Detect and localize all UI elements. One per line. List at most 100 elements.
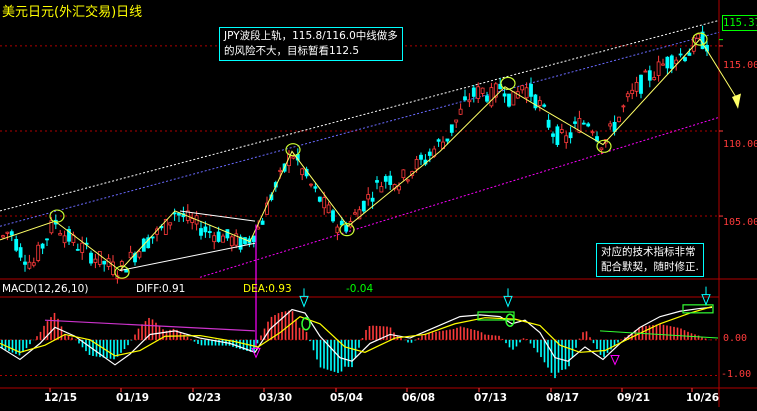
wave-line	[0, 38, 739, 272]
candle-body	[62, 235, 67, 244]
candle-body	[251, 235, 256, 243]
candle-body	[599, 147, 604, 151]
candle-body	[168, 222, 173, 226]
channel-mid-line	[0, 31, 720, 227]
candle-body	[669, 55, 674, 69]
candle-body	[379, 186, 384, 193]
signal-arrow-down	[299, 295, 309, 308]
candle-body	[137, 251, 142, 258]
candle-body	[119, 261, 124, 266]
candle-body	[97, 251, 102, 265]
x-tick-label: 06/08	[402, 392, 436, 404]
candle-body	[564, 135, 569, 143]
macd-divergence-line	[44, 319, 256, 332]
y-tick-label: 110.00	[723, 139, 757, 150]
annotation-line: 配合默契，随时修正.	[601, 261, 699, 273]
candle-body	[590, 131, 595, 134]
candle-body	[89, 252, 93, 264]
candle-body	[313, 186, 318, 189]
candle-body	[225, 229, 230, 239]
x-tick-label: 08/17	[546, 392, 580, 404]
candle-body	[93, 258, 98, 263]
candle-body	[625, 93, 630, 98]
candle-body	[471, 87, 476, 97]
candle-body	[480, 87, 485, 94]
candle-body	[476, 86, 481, 99]
candle-body	[520, 85, 525, 91]
wave-arrow-head	[732, 93, 741, 109]
candle-body	[630, 89, 635, 94]
chart-canvas	[0, 0, 757, 407]
candle-body	[9, 231, 14, 236]
candle-body	[353, 212, 357, 215]
candle-body	[502, 93, 507, 97]
candle-body	[696, 33, 701, 39]
candle-body	[23, 261, 27, 265]
candle-body	[326, 204, 331, 214]
candle-body	[256, 226, 261, 230]
candle-body	[445, 138, 450, 142]
candle-body	[238, 236, 243, 250]
candle-body	[335, 226, 340, 234]
candle-body	[634, 81, 639, 92]
annotation-box-bottom: 对应的技术指标非常 配合默契，随时修正.	[596, 243, 704, 277]
candle-body	[102, 260, 107, 265]
x-tick-label: 07/13	[474, 392, 508, 404]
macd-pivot-circle	[301, 317, 311, 331]
candle-body	[559, 129, 564, 133]
candle-body	[278, 169, 283, 172]
candle-body	[331, 210, 335, 222]
x-tick-label: 12/15	[44, 392, 78, 404]
x-tick-label: 09/21	[617, 392, 651, 404]
candle-body	[36, 244, 41, 261]
candle-body	[370, 197, 375, 202]
candle-body	[458, 108, 463, 115]
candle-body	[27, 261, 32, 269]
candle-body	[375, 180, 379, 183]
candle-body	[5, 231, 10, 234]
candle-body	[14, 238, 19, 251]
candle-body	[212, 235, 217, 243]
pivot-circle	[500, 76, 516, 90]
macd-diff-label: DIFF:0.91	[136, 283, 186, 295]
candle-body	[555, 126, 560, 145]
candle-body	[449, 124, 454, 133]
candle-body	[665, 56, 670, 69]
current-price-label: 115.37	[722, 15, 757, 31]
candle-body	[687, 52, 692, 56]
candle-body	[586, 123, 591, 127]
candle-body	[207, 231, 212, 233]
signal-arrow-down	[701, 294, 711, 306]
candle-body	[419, 154, 423, 160]
candle-body	[573, 121, 577, 124]
candle-body	[229, 236, 234, 247]
candle-body	[199, 228, 203, 236]
candle-body	[643, 70, 648, 73]
candle-body	[203, 226, 208, 233]
candle-body	[507, 93, 511, 107]
signal-arrow-down	[503, 295, 513, 308]
candle-body	[639, 74, 643, 94]
candle-body	[678, 53, 683, 56]
candle-body	[656, 61, 661, 76]
candle-body	[124, 269, 129, 273]
candle-body	[75, 248, 80, 251]
candle-body	[652, 77, 657, 81]
candle-body	[405, 179, 410, 182]
candle-body	[537, 100, 542, 106]
candle-body	[216, 231, 221, 242]
annotation-line: JPY波段上轨，115.8/116.0中线做多	[224, 30, 398, 42]
macd-trend-line	[599, 330, 719, 339]
candle-body	[401, 169, 406, 179]
x-tick-label: 02/23	[188, 392, 222, 404]
candle-body	[300, 168, 305, 176]
candle-body	[661, 63, 665, 66]
candle-body	[58, 233, 63, 236]
candle-body	[485, 95, 489, 102]
candle-body	[18, 247, 23, 258]
candle-body	[383, 176, 388, 182]
candle-body	[608, 123, 613, 127]
candle-body	[529, 83, 533, 97]
candle-body	[621, 105, 626, 108]
candle-body	[322, 197, 327, 209]
